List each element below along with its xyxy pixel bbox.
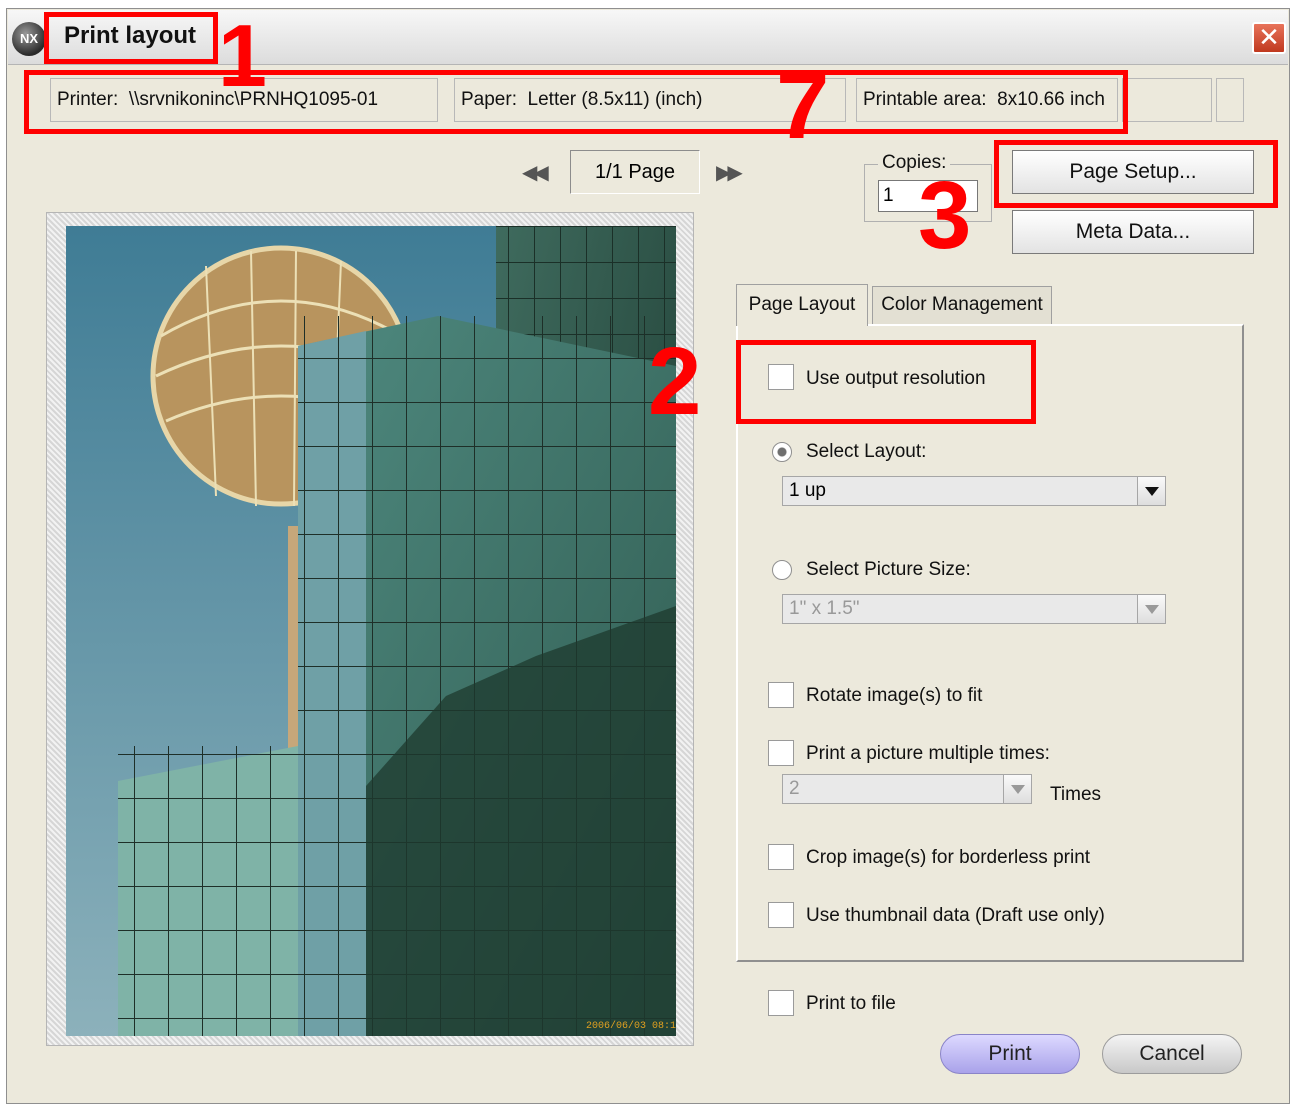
crop-borderless-label: Crop image(s) for borderless print [806, 847, 1091, 868]
select-picture-size-label: Select Picture Size: [806, 559, 971, 580]
times-label: Times [1050, 784, 1102, 805]
select-picture-size-radio[interactable] [772, 560, 792, 580]
previous-page-icon[interactable]: ◀◀ [522, 160, 549, 185]
annotation-box-2 [736, 340, 1036, 424]
chevron-down-icon[interactable] [1003, 775, 1031, 803]
print-button[interactable]: Print [940, 1034, 1080, 1074]
thumbnail-data-label: Use thumbnail data (Draft use only) [806, 905, 1105, 926]
page-indicator: 1/1 Page [570, 150, 700, 194]
tab-color-management[interactable]: Color Management [872, 286, 1052, 324]
next-page-icon[interactable]: ▶▶ [716, 160, 743, 185]
layout-dropdown-value: 1 up [789, 480, 826, 501]
thumbnail-data-checkbox[interactable] [768, 902, 794, 928]
rotate-label: Rotate image(s) to fit [806, 685, 983, 706]
annotation-number-7: 7 [776, 52, 830, 159]
crop-borderless-checkbox[interactable] [768, 844, 794, 870]
times-dropdown[interactable]: 2 [782, 774, 1032, 804]
cancel-button[interactable]: Cancel [1102, 1034, 1242, 1074]
picture-size-dropdown[interactable]: 1" x 1.5" [782, 594, 1166, 624]
info-empty-cell [1122, 78, 1212, 122]
picture-size-dropdown-value: 1" x 1.5" [789, 598, 860, 619]
close-button[interactable]: ✕ [1252, 22, 1286, 54]
meta-data-button[interactable]: Meta Data... [1012, 210, 1254, 254]
chevron-down-icon[interactable] [1137, 595, 1165, 623]
multiple-times-label: Print a picture multiple times: [806, 743, 1050, 764]
chevron-down-icon[interactable] [1137, 477, 1165, 505]
annotation-box-7 [24, 70, 1128, 134]
print-to-file-label: Print to file [806, 993, 896, 1014]
annotation-box-1 [44, 12, 218, 64]
preview-photo: 2006/06/03 08:12:15 [66, 226, 676, 1036]
annotation-number-2: 2 [648, 328, 702, 435]
select-layout-radio[interactable] [772, 442, 792, 462]
photo-timestamp: 2006/06/03 08:12:15 [586, 1020, 676, 1032]
rotate-checkbox[interactable] [768, 682, 794, 708]
layout-dropdown[interactable]: 1 up [782, 476, 1166, 506]
nikon-app-icon: NX [12, 22, 46, 56]
annotation-number-3: 3 [918, 162, 972, 269]
tab-page-layout[interactable]: Page Layout [736, 284, 868, 326]
multiple-times-checkbox[interactable] [768, 740, 794, 766]
times-dropdown-value: 2 [789, 778, 800, 799]
select-layout-label: Select Layout: [806, 441, 927, 462]
annotation-box-3 [994, 140, 1278, 208]
print-to-file-checkbox[interactable] [768, 990, 794, 1016]
info-empty-cell [1216, 78, 1244, 122]
